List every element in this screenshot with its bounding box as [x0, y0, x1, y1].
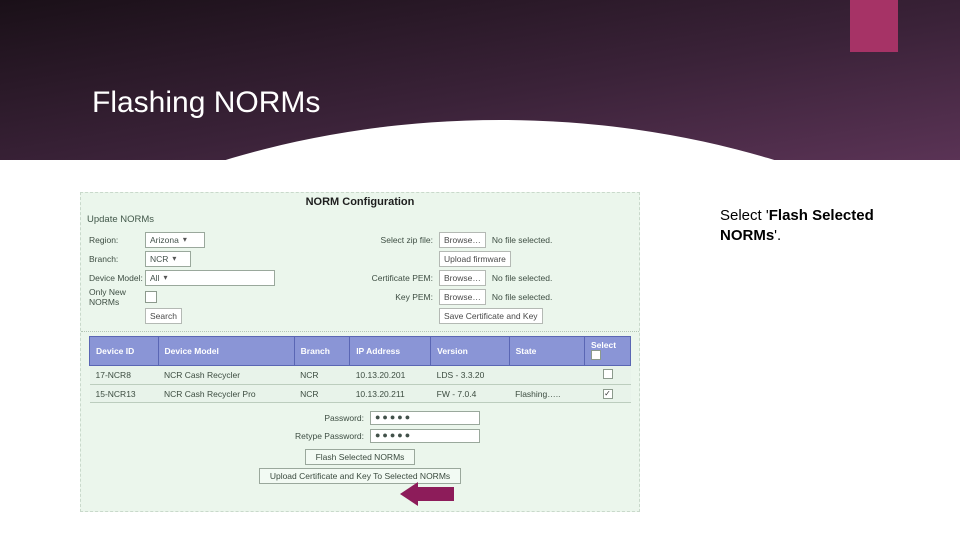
th-select: Select — [585, 337, 631, 366]
region-select[interactable]: Arizona — [145, 232, 205, 248]
section-caption: Update NORMs — [81, 212, 639, 226]
instruction-arrow-icon — [400, 482, 454, 506]
save-cert-button[interactable]: Save Certificate and Key — [439, 308, 543, 324]
norms-table: Device ID Device Model Branch IP Address… — [89, 336, 631, 403]
key-label: Key PEM: — [349, 292, 439, 302]
upload-firmware-button[interactable]: Upload firmware — [439, 251, 511, 267]
instruction-prefix: Select ' — [720, 207, 769, 224]
cell-device-id: 15-NCR13 — [90, 385, 159, 403]
device-model-label: Device Model: — [89, 273, 145, 283]
retype-password-input[interactable]: ●●●●● — [370, 429, 480, 443]
app-title: NORM Configuration — [81, 193, 639, 212]
password-input[interactable]: ●●●●● — [370, 411, 480, 425]
search-button[interactable]: Search — [145, 308, 182, 324]
cell-version: LDS - 3.3.20 — [431, 366, 509, 385]
zipfile-status: No file selected. — [492, 235, 552, 245]
cert-label: Certificate PEM: — [349, 273, 439, 283]
browse-cert-button[interactable]: Browse… — [439, 270, 486, 286]
cell-version: FW - 7.0.4 — [431, 385, 509, 403]
cert-status: No file selected. — [492, 273, 552, 283]
zipfile-label: Select zip file: — [349, 235, 439, 245]
cell-state — [509, 366, 584, 385]
only-new-checkbox[interactable] — [145, 291, 157, 303]
device-model-select[interactable]: All — [145, 270, 275, 286]
cell-branch: NCR — [294, 385, 350, 403]
filter-area: Region: Arizona Branch: NCR Device Model… — [81, 226, 639, 332]
row-select-checkbox[interactable] — [603, 389, 613, 399]
th-state: State — [509, 337, 584, 366]
left-filters: Region: Arizona Branch: NCR Device Model… — [89, 230, 349, 325]
cell-device-id: 17-NCR8 — [90, 366, 159, 385]
branch-select[interactable]: NCR — [145, 251, 191, 267]
cell-ip: 10.13.20.211 — [350, 385, 431, 403]
browse-key-button[interactable]: Browse… — [439, 289, 486, 305]
password-area: Password: ●●●●● Retype Password: ●●●●● — [81, 409, 639, 445]
action-buttons: Flash Selected NORMs Upload Certificate … — [81, 449, 639, 484]
region-label: Region: — [89, 235, 145, 245]
th-device-id: Device ID — [90, 337, 159, 366]
branch-label: Branch: — [89, 254, 145, 264]
password-label: Password: — [240, 413, 370, 423]
header-band — [0, 0, 960, 160]
th-ip: IP Address — [350, 337, 431, 366]
app-panel: NORM Configuration Update NORMs Region: … — [80, 192, 640, 512]
key-status: No file selected. — [492, 292, 552, 302]
flash-selected-button[interactable]: Flash Selected NORMs — [305, 449, 416, 465]
cell-select — [585, 385, 631, 403]
accent-bookmark — [850, 0, 898, 52]
cell-device-model: NCR Cash Recycler Pro — [158, 385, 294, 403]
row-select-checkbox[interactable] — [603, 369, 613, 379]
right-filters: Select zip file: Browse… No file selecte… — [349, 230, 631, 325]
instruction-text: Select 'Flash Selected NORMs'. — [720, 206, 930, 245]
th-branch: Branch — [294, 337, 350, 366]
cell-state: Flashing….. — [509, 385, 584, 403]
only-new-label: Only New NORMs — [89, 287, 145, 307]
table-row: 15-NCR13 NCR Cash Recycler Pro NCR 10.13… — [90, 385, 631, 403]
select-all-checkbox[interactable] — [591, 350, 601, 360]
browse-zip-button[interactable]: Browse… — [439, 232, 486, 248]
cell-branch: NCR — [294, 366, 350, 385]
slide-title: Flashing NORMs — [92, 86, 320, 120]
retype-password-label: Retype Password: — [240, 431, 370, 441]
header-arc — [0, 120, 960, 160]
th-select-label: Select — [591, 340, 616, 350]
th-device-model: Device Model — [158, 337, 294, 366]
th-version: Version — [431, 337, 509, 366]
cell-select — [585, 366, 631, 385]
table-row: 17-NCR8 NCR Cash Recycler NCR 10.13.20.2… — [90, 366, 631, 385]
instruction-suffix: '. — [774, 227, 781, 244]
cell-device-model: NCR Cash Recycler — [158, 366, 294, 385]
cell-ip: 10.13.20.201 — [350, 366, 431, 385]
